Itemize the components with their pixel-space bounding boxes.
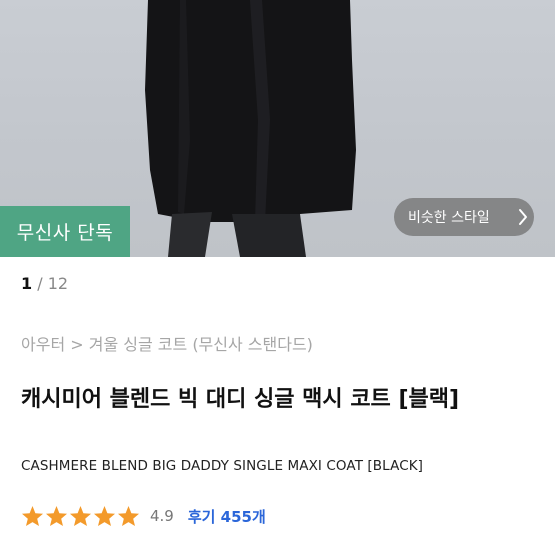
rating-row: 4.9 후기 455개 <box>21 503 266 529</box>
star-icon <box>93 505 116 527</box>
similar-style-button[interactable]: 비슷한 스타일 <box>394 198 534 236</box>
pager-current: 1 <box>21 274 33 293</box>
star-icon <box>45 505 68 527</box>
breadcrumb[interactable]: 아우터 > 겨울 싱글 코트 (무신사 스탠다드) <box>21 331 313 355</box>
product-image[interactable]: 무신사 단독 비슷한 스타일 <box>0 0 555 257</box>
image-pager: 1 / 12 <box>21 274 68 293</box>
product-title-en: CASHMERE BLEND BIG DADDY SINGLE MAXI COA… <box>21 458 424 474</box>
exclusive-badge: 무신사 단독 <box>0 206 130 257</box>
similar-style-label: 비슷한 스타일 <box>408 210 490 226</box>
product-title: 캐시미어 블렌드 빅 대디 싱글 맥시 코트 [블랙] <box>21 387 460 412</box>
star-icon <box>69 505 92 527</box>
rating-score: 4.9 <box>150 507 174 525</box>
rating-stars <box>21 505 140 527</box>
reviews-link[interactable]: 후기 455개 <box>188 506 266 527</box>
star-icon <box>117 505 140 527</box>
pager-separator: / <box>32 274 48 293</box>
pager-total: 12 <box>47 274 69 293</box>
star-icon <box>21 505 44 527</box>
